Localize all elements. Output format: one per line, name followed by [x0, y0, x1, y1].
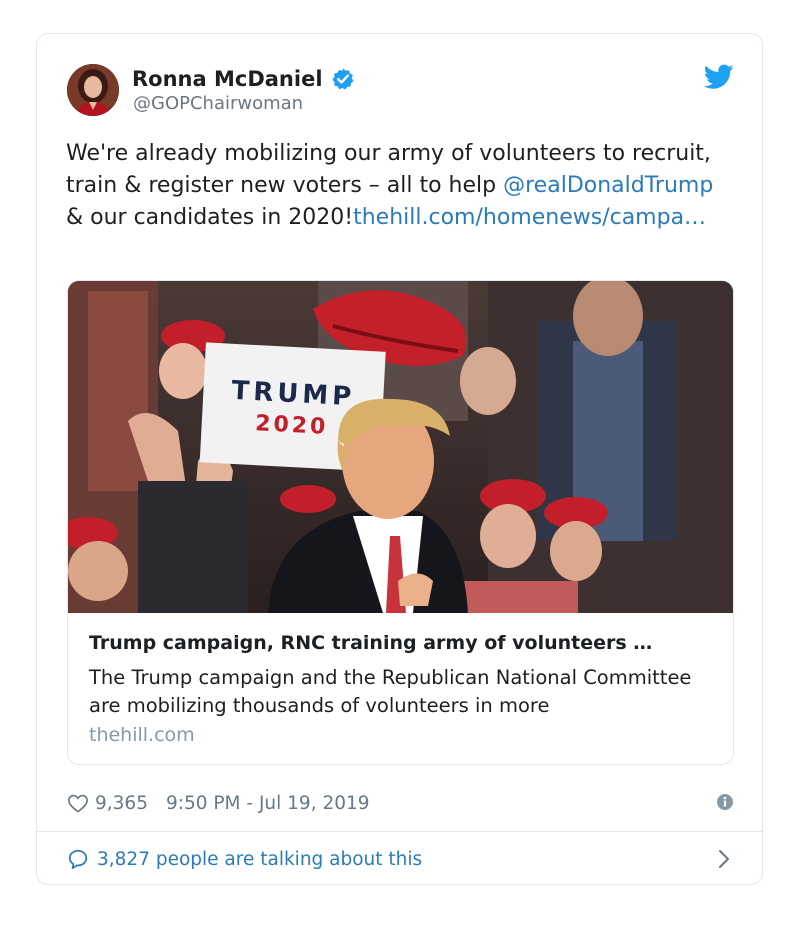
avatar[interactable]	[67, 64, 119, 116]
meta-row: 9,365 9:50 PM - Jul 19, 2019	[67, 790, 734, 816]
tweet-text-part2: & our candidates in 2020!	[66, 205, 354, 230]
url-link[interactable]: thehill.com/homenews/campa…	[353, 205, 706, 230]
sign-line2: 2020	[255, 411, 329, 440]
verified-badge-icon	[331, 67, 355, 91]
mention-link[interactable]: @realDonaldTrump	[503, 173, 713, 198]
timestamp[interactable]: 9:50 PM - Jul 19, 2019	[166, 793, 370, 814]
chevron-right-icon[interactable]	[718, 849, 730, 869]
tweet-text: We're already mobilizing our army of vol…	[66, 138, 726, 234]
author-handle[interactable]: @GOPChairwoman	[133, 93, 303, 114]
author-name-text[interactable]: Ronna McDaniel	[132, 67, 323, 91]
comment-icon	[67, 848, 89, 870]
card-title[interactable]: Trump campaign, RNC training army of vol…	[89, 632, 714, 654]
twitter-bird-icon[interactable]	[703, 64, 734, 90]
divider	[37, 831, 762, 832]
link-preview-card[interactable]: TRUMP 2020 Trump campaign, RNC training …	[67, 280, 734, 765]
card-domain: thehill.com	[89, 724, 195, 746]
like-count[interactable]: 9,365	[95, 793, 148, 814]
heart-icon[interactable]	[67, 793, 89, 813]
info-icon[interactable]	[716, 793, 734, 811]
card-image[interactable]: TRUMP 2020	[68, 281, 734, 613]
conversation-label[interactable]: 3,827 people are talking about this	[97, 849, 422, 870]
card-description: The Trump campaign and the Republican Na…	[89, 666, 692, 717]
tweet-card[interactable]: Ronna McDaniel @GOPChairwoman We're alre…	[36, 33, 763, 885]
conversation-link[interactable]: 3,827 people are talking about this	[67, 846, 734, 872]
author-name[interactable]: Ronna McDaniel	[132, 67, 355, 91]
